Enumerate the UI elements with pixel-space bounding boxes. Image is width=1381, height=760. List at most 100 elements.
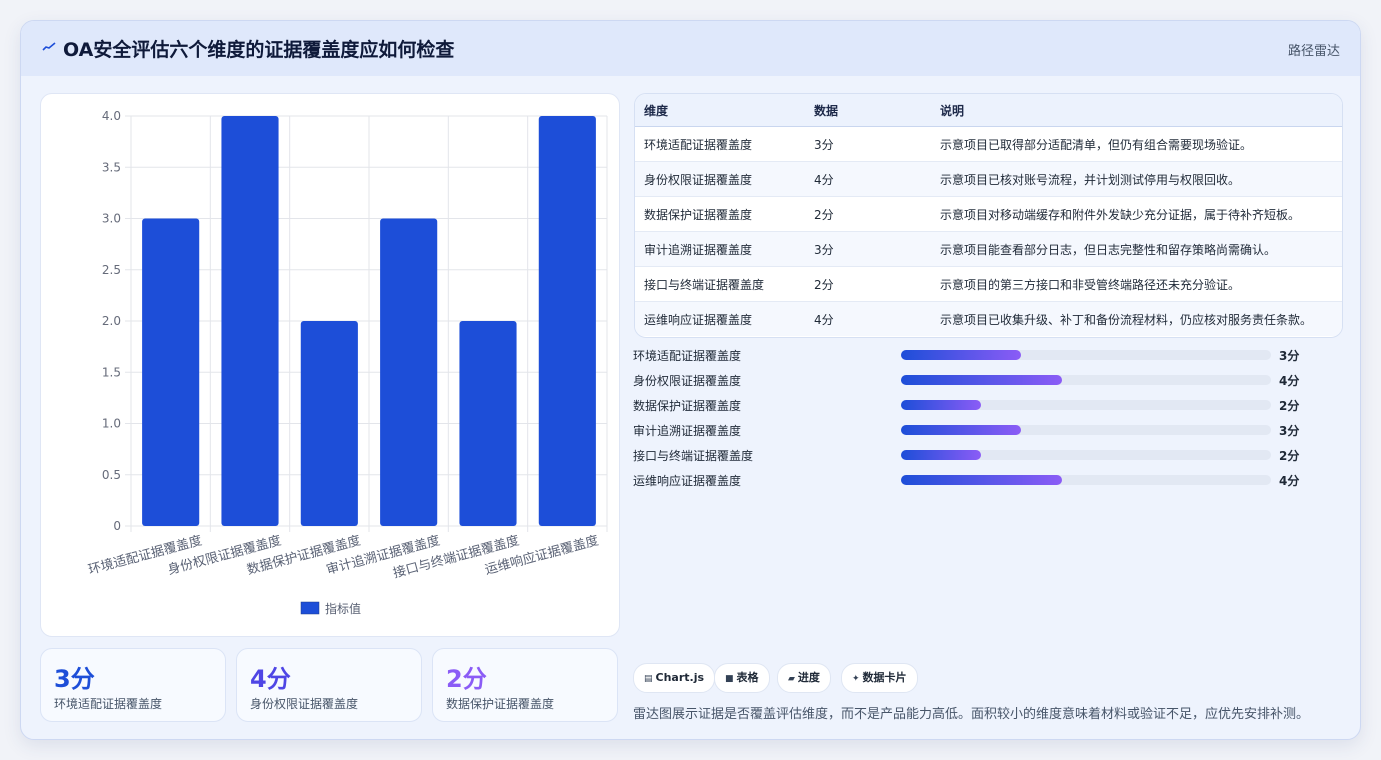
table-cell: 示意项目已核对账号流程，并计划测试停用与权限回收。: [931, 161, 1342, 197]
sparkline-icon: [42, 40, 56, 54]
page-title: OA安全评估六个维度的证据覆盖度应如何检查: [63, 39, 455, 61]
bar: [538, 116, 596, 526]
table-cell: 示意项目的第三方接口和非受管终端路径还未充分验证。: [931, 266, 1342, 302]
progress-row: 环境适配证据覆盖度 3分: [633, 345, 1313, 365]
progress-fill: [901, 375, 1062, 385]
kpi-label: 身份权限证据覆盖度: [250, 697, 359, 711]
table-cell: 3分: [805, 126, 931, 162]
table-row: 环境适配证据覆盖度 3分 示意项目已取得部分适配清单，但仍有组合需要现场验证。: [635, 126, 1342, 162]
table-cell: 数据保护证据覆盖度: [635, 196, 805, 232]
data-table: 维度 数据 说明 环境适配证据覆盖度 3分 示意项目已取得部分适配清单，但仍有组…: [635, 94, 1342, 336]
chip-table[interactable]: ■ 表格: [714, 663, 770, 693]
progress-row: 运维响应证据覆盖度 4分: [633, 470, 1313, 490]
footer-note: 雷达图展示证据是否覆盖评估维度，而不是产品能力高低。面积较小的维度意味着材料或验…: [633, 707, 1310, 722]
bar: [380, 218, 438, 526]
progress-label: 身份权限证据覆盖度: [633, 374, 742, 388]
table-cell: 4分: [805, 161, 931, 197]
chip-chartjs[interactable]: ▤ Chart.js: [633, 663, 716, 693]
table-cell: 示意项目已取得部分适配清单，但仍有组合需要现场验证。: [931, 126, 1342, 162]
y-tick-label: 2.0: [102, 314, 121, 328]
table-row: 接口与终端证据覆盖度 2分 示意项目的第三方接口和非受管终端路径还未充分验证。: [635, 266, 1342, 302]
table-row: 审计追溯证据覆盖度 3分 示意项目能查看部分日志，但日志完整性和留存策略尚需确认…: [635, 231, 1342, 267]
chip-label: 表格: [736, 671, 759, 684]
legend-label: 指标值: [325, 601, 361, 616]
progress-value: 3分: [1279, 424, 1300, 438]
table-cell: 审计追溯证据覆盖度: [635, 231, 805, 267]
progress-value: 2分: [1279, 399, 1300, 413]
table-cell: 示意项目已收集升级、补丁和备份流程材料，仍应核对服务责任条款。: [931, 301, 1342, 336]
progress-fill: [901, 475, 1062, 485]
kpi-value: 3分: [54, 665, 95, 693]
legend-swatch: [300, 601, 320, 615]
y-tick-label: 4.0: [102, 109, 121, 123]
bar-chart-panel: 0 0.5 1.0 1.5 2.0 2.5 3.0 3.5 4.0 环境适配证据覆盖度 身份权限证据…: [40, 93, 620, 637]
progress-track: [901, 475, 1271, 485]
progress-label: 接口与终端证据覆盖度: [633, 449, 754, 463]
chip-label: 数据卡片: [862, 671, 907, 684]
kpi-card-3: 2分 数据保护证据覆盖度: [432, 648, 618, 722]
table-cell: 2分: [805, 196, 931, 232]
table-cell: 接口与终端证据覆盖度: [635, 266, 805, 302]
progress-fill: [901, 400, 981, 410]
column-header: 数据: [805, 94, 931, 127]
chip-label: 进度: [797, 671, 820, 684]
progress-value: 4分: [1279, 474, 1300, 488]
progress-row: 审计追溯证据覆盖度 3分: [633, 420, 1313, 440]
y-tick-label: 2.5: [102, 263, 121, 277]
chip-progress[interactable]: ▰ 进度: [777, 663, 831, 693]
table-row: 身份权限证据覆盖度 4分 示意项目已核对账号流程，并计划测试停用与权限回收。: [635, 161, 1342, 197]
progress-track: [901, 450, 1271, 460]
column-header: 说明: [931, 94, 1342, 127]
chip-data-card[interactable]: ✦ 数据卡片: [841, 663, 918, 693]
view-badge[interactable]: 路径雷达: [1288, 40, 1340, 59]
progress-track: [901, 425, 1271, 435]
progress-track: [901, 400, 1271, 410]
progress-row: 数据保护证据覆盖度 2分: [633, 395, 1313, 415]
progress-icon: ▰: [788, 674, 795, 684]
y-tick-label: 0: [113, 519, 121, 533]
y-tick-label: 1.5: [102, 365, 121, 379]
table-row: 运维响应证据覆盖度 4分 示意项目已收集升级、补丁和备份流程材料，仍应核对服务责…: [635, 301, 1342, 336]
progress-fill: [901, 350, 1022, 360]
data-table-panel: 维度 数据 说明 环境适配证据覆盖度 3分 示意项目已取得部分适配清单，但仍有组…: [634, 93, 1343, 338]
progress-track: [901, 350, 1271, 360]
table-header-row: 维度 数据 说明: [635, 94, 1342, 127]
sparkle-icon: ✦: [852, 674, 860, 684]
chart-icon: ▤: [644, 674, 653, 684]
y-tick-label: 0.5: [102, 468, 121, 482]
bar: [221, 116, 279, 526]
progress-label: 数据保护证据覆盖度: [633, 399, 742, 413]
progress-track: [901, 375, 1271, 385]
kpi-label: 数据保护证据覆盖度: [446, 697, 555, 711]
progress-value: 4分: [1279, 374, 1300, 388]
bar: [300, 321, 358, 526]
progress-value: 2分: [1279, 449, 1300, 463]
y-tick-label: 1.0: [102, 417, 121, 431]
bar: [459, 321, 517, 526]
progress-label: 审计追溯证据覆盖度: [633, 424, 742, 438]
bar: [142, 218, 200, 526]
column-header: 维度: [635, 94, 805, 127]
table-row: 数据保护证据覆盖度 2分 示意项目对移动端缓存和附件外发缺少充分证据，属于待补齐…: [635, 196, 1342, 232]
kpi-card-2: 4分 身份权限证据覆盖度: [236, 648, 422, 722]
main-card: OA安全评估六个维度的证据覆盖度应如何检查 路径雷达 0 0.5 1.0 1.5 2.0…: [20, 20, 1361, 740]
table-cell: 示意项目对移动端缓存和附件外发缺少充分证据，属于待补齐短板。: [931, 196, 1342, 232]
y-tick-label: 3.5: [102, 160, 121, 174]
table-cell: 3分: [805, 231, 931, 267]
table-cell: 身份权限证据覆盖度: [635, 161, 805, 197]
header-bar: OA安全评估六个维度的证据覆盖度应如何检查 路径雷达: [21, 21, 1360, 76]
kpi-label: 环境适配证据覆盖度: [54, 697, 163, 711]
progress-row: 身份权限证据覆盖度 4分: [633, 370, 1313, 390]
progress-label: 运维响应证据覆盖度: [633, 474, 742, 488]
progress-label: 环境适配证据覆盖度: [633, 349, 742, 363]
chip-label: Chart.js: [655, 671, 705, 684]
table-cell: 2分: [805, 266, 931, 302]
progress-fill: [901, 425, 1022, 435]
kpi-card-1: 3分 环境适配证据覆盖度: [40, 648, 226, 722]
table-cell: 4分: [805, 301, 931, 336]
table-cell: 环境适配证据覆盖度: [635, 126, 805, 162]
table-icon: ■: [725, 674, 734, 684]
bar-chart: 00.51.01.52.02.53.03.54.0环境适配证据覆盖度身份权限证据…: [87, 109, 608, 616]
progress-value: 3分: [1279, 349, 1300, 363]
kpi-value: 4分: [250, 665, 291, 693]
